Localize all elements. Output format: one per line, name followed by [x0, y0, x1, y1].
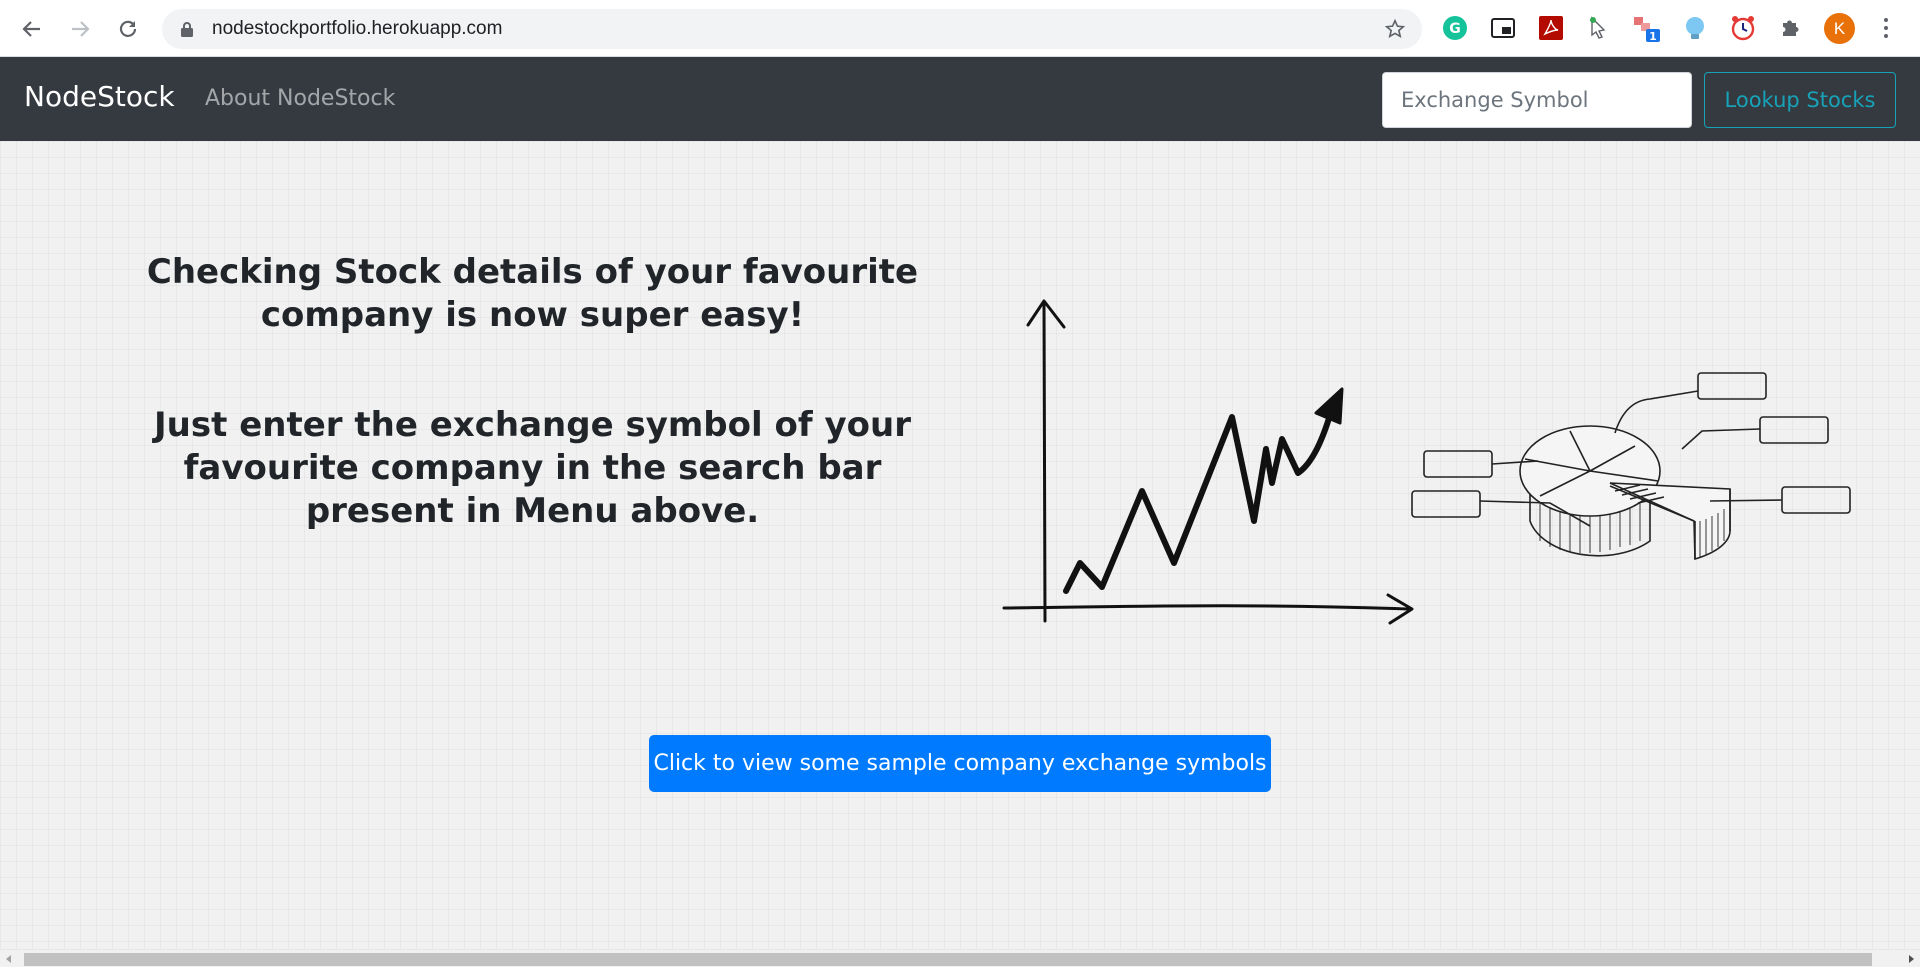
rising-chart-illustration	[1002, 299, 1414, 625]
pie-chart-illustration	[1411, 372, 1851, 561]
hero-instruction: Just enter the exchange symbol of your f…	[154, 405, 911, 531]
lightbulb-icon[interactable]	[1680, 13, 1710, 43]
lookup-stocks-button[interactable]: Lookup Stocks	[1704, 72, 1896, 128]
picture-in-picture-icon[interactable]	[1488, 13, 1518, 43]
sample-symbols-button[interactable]: Click to view some sample company exchan…	[649, 735, 1271, 792]
kebab-menu-icon[interactable]	[1878, 14, 1894, 44]
alarm-clock-icon[interactable]	[1728, 13, 1758, 43]
scroll-right-arrow-icon[interactable]	[1909, 955, 1914, 963]
pdf-icon[interactable]	[1536, 13, 1566, 43]
scroll-left-arrow-icon[interactable]	[6, 955, 11, 963]
lock-icon	[180, 21, 194, 41]
main-content: Checking Stock details of your favourite…	[0, 141, 1920, 949]
grammarly-icon[interactable]: G	[1440, 13, 1470, 43]
star-icon[interactable]	[1384, 18, 1406, 44]
site-navbar: NodeStock About NodeStock Lookup Stocks	[0, 57, 1920, 141]
ext-badge-icon[interactable]: 1	[1632, 13, 1662, 43]
about-link[interactable]: About NodeStock	[205, 86, 395, 111]
cursor-extension-icon[interactable]	[1584, 13, 1614, 43]
hero-headline: Checking Stock details of your favourite…	[146, 252, 919, 335]
horizontal-scrollbar[interactable]	[0, 949, 1920, 967]
forward-arrow-icon[interactable]	[60, 12, 100, 46]
exchange-symbol-input[interactable]	[1382, 72, 1692, 128]
puzzle-icon[interactable]	[1776, 13, 1806, 43]
url-text: nodestockportfolio.herokuapp.com	[212, 18, 503, 39]
browser-toolbar: nodestockportfolio.herokuapp.com G 1 K	[0, 0, 1920, 57]
scrollbar-thumb[interactable]	[24, 953, 1872, 966]
reload-icon[interactable]	[108, 12, 148, 46]
address-bar[interactable]: nodestockportfolio.herokuapp.com	[162, 9, 1422, 49]
svg-text:G: G	[1449, 21, 1461, 37]
svg-text:1: 1	[1649, 30, 1657, 43]
profile-avatar[interactable]: K	[1824, 13, 1855, 44]
brand-link[interactable]: NodeStock	[24, 80, 175, 113]
back-arrow-icon[interactable]	[12, 12, 52, 46]
